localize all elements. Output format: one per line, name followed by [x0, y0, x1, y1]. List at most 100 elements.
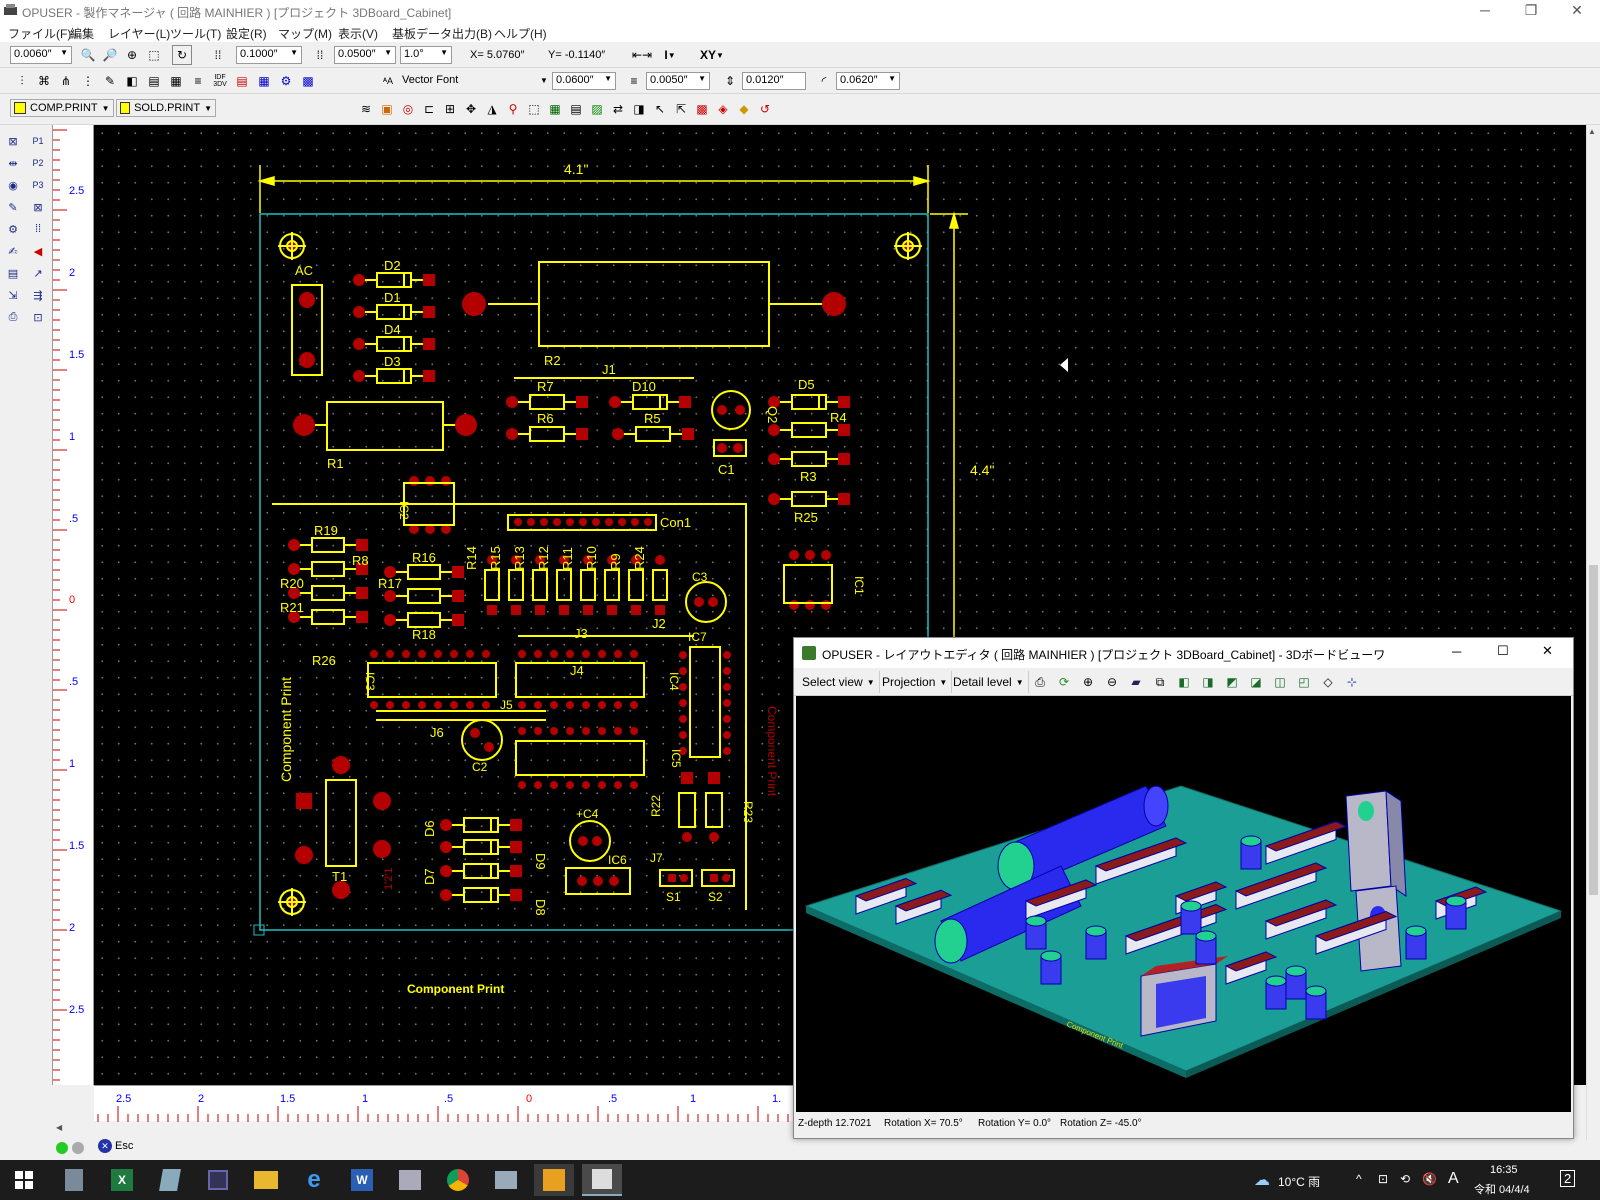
note-tool-icon[interactable]: ✍ [2, 241, 24, 261]
font-dropdown-icon[interactable]: ▼ [540, 76, 548, 85]
fill-icon[interactable]: ◧ [122, 71, 142, 91]
swap-icon[interactable]: ⇄ [608, 99, 628, 119]
viewer-board-icon[interactable]: ▰ [1126, 672, 1146, 692]
redraw-icon[interactable]: ↻ [172, 45, 192, 65]
calculator-icon[interactable] [54, 1164, 94, 1196]
windows-start-icon[interactable] [4, 1164, 44, 1196]
measure-icon[interactable]: ⇤⇥ [632, 45, 652, 65]
wire-tool-icon[interactable]: ⇹ [2, 153, 24, 173]
edge-icon[interactable]: e [294, 1164, 334, 1196]
color-icon[interactable]: ▩ [692, 99, 712, 119]
fanout-icon[interactable]: ⋔ [56, 71, 76, 91]
color-grid-icon[interactable]: ▦ [254, 71, 274, 91]
zoom-tool-icon[interactable]: ⊡ [27, 307, 49, 327]
edit-tool-icon[interactable]: ✎ [2, 197, 24, 217]
viewer-settings-icon[interactable]: ⎙ [1030, 672, 1050, 692]
rotate-part-icon[interactable]: ↺ [755, 99, 775, 119]
image-icon[interactable]: ▦ [166, 71, 186, 91]
notification-button[interactable]: 2 [1560, 1170, 1576, 1187]
menu-board-output[interactable]: 基板データ出力(B) [392, 25, 492, 42]
clock-time[interactable]: 16:35 [1490, 1164, 1518, 1176]
target-icon[interactable]: ◎ [398, 99, 418, 119]
tray-network-icon[interactable]: ⊡ [1378, 1172, 1388, 1186]
folder-icon[interactable] [246, 1164, 286, 1196]
bus-icon[interactable]: ⌘ [34, 71, 54, 91]
probe-icon[interactable]: ⚲ [503, 99, 523, 119]
network-app-icon[interactable] [390, 1164, 430, 1196]
weather-text[interactable]: 10°C 雨 [1278, 1173, 1320, 1190]
matrix-icon[interactable]: ▩ [298, 71, 318, 91]
minimize-button[interactable]: ─ [1462, 0, 1508, 22]
projection-dropdown[interactable]: Projection ▼ [878, 671, 953, 693]
notebook-icon[interactable] [150, 1164, 190, 1196]
array-icon[interactable]: ⋮ [78, 71, 98, 91]
scroll-left-icon[interactable]: ◀ [56, 1123, 62, 1132]
line-width-select[interactable]: 0.0050″ ▼ [646, 72, 710, 90]
p3-tool[interactable]: P3 [27, 175, 49, 195]
view-bottom-icon[interactable]: ◨ [1198, 672, 1218, 692]
view-front-icon[interactable]: ◩ [1222, 672, 1242, 692]
triangle-icon[interactable]: ◮ [482, 99, 502, 119]
menu-help[interactable]: ヘルプ(H) [494, 25, 547, 42]
view-iso-icon[interactable]: ◇ [1318, 672, 1338, 692]
viewer-refresh-icon[interactable]: ⟳ [1054, 672, 1074, 692]
view-top-icon[interactable]: ◧ [1174, 672, 1194, 692]
vertical-scrollbar[interactable]: ▲ [1586, 125, 1600, 1140]
detail-level-dropdown[interactable]: Detail level ▼ [949, 671, 1029, 693]
vm-icon[interactable] [198, 1164, 238, 1196]
grid-tool-icon[interactable]: ⁞⁞ [27, 219, 49, 239]
net-icon[interactable]: ◈ [713, 99, 733, 119]
word-icon[interactable]: W [342, 1164, 382, 1196]
outlook-icon[interactable] [534, 1164, 574, 1196]
grid2-select[interactable]: 0.0500″ ▼ [334, 46, 396, 64]
select-tool-icon[interactable]: ⊠ [2, 131, 24, 151]
spacing-icon[interactable]: ⇕ [720, 71, 740, 91]
menu-file[interactable]: ファイル(F) [8, 25, 71, 42]
zoom-window-icon[interactable]: ⊕ [122, 45, 142, 65]
tray-sync-icon[interactable]: ⟲ [1400, 1172, 1410, 1186]
arc-icon[interactable]: ◜ [814, 71, 834, 91]
tray-volume-icon[interactable]: 🔇 [1422, 1172, 1437, 1186]
zoom-fit-icon[interactable]: ⬚ [144, 45, 164, 65]
view-back-icon[interactable]: ◪ [1246, 672, 1266, 692]
viewer-3d-canvas[interactable]: Component Print [796, 696, 1571, 1112]
snap-select[interactable]: 0.1000″ ▼ [236, 46, 302, 64]
component-tool-icon[interactable]: ⚙ [2, 219, 24, 239]
viewer-maximize-button[interactable]: ☐ [1497, 643, 1509, 659]
document-icon[interactable]: ▤ [566, 99, 586, 119]
chrome-icon[interactable] [438, 1164, 478, 1196]
grid-dots-icon[interactable]: ⁞⁞ [208, 45, 228, 65]
scroll-up-icon[interactable]: ▲ [1588, 127, 1596, 136]
menu-layer[interactable]: レイヤー(L) [108, 25, 170, 42]
pin-tool-icon[interactable]: ◀ [27, 241, 49, 261]
close-button[interactable]: ✕ [1554, 0, 1600, 22]
color-bars-icon[interactable]: ▤ [232, 71, 252, 91]
stack-icon[interactable]: ≋ [356, 99, 376, 119]
view-center-icon[interactable]: ⊹ [1342, 672, 1362, 692]
grid2-icon[interactable]: ⁞⁞ [310, 45, 330, 65]
viewer-minimize-button[interactable]: ─ [1452, 644, 1461, 659]
route-icon[interactable]: ⫶ [12, 71, 32, 91]
select-all-icon[interactable]: ⇱ [671, 99, 691, 119]
add-pad-icon[interactable]: ⊞ [440, 99, 460, 119]
tray-chevron-icon[interactable]: ^ [1356, 1172, 1362, 1186]
font-icon[interactable]: ᴬA [378, 71, 398, 91]
vertical-scroll-thumb[interactable] [1589, 565, 1598, 895]
grid-select[interactable]: 0.0060″ ▼ [10, 46, 72, 64]
resize-tool-icon[interactable]: ⇲ [2, 285, 24, 305]
layer1-select[interactable]: COMP.PRINT ▼ [10, 99, 114, 117]
gear-icon[interactable]: ⚙ [276, 71, 296, 91]
print-tool-icon[interactable]: ⎙ [2, 307, 24, 327]
horizontal-scrollbar[interactable]: ◀ [52, 1121, 794, 1137]
viewer-zoom-in-icon[interactable]: ⊕ [1078, 672, 1098, 692]
font-size-select[interactable]: 0.0600″ ▼ [552, 72, 616, 90]
p1-tool[interactable]: P1 [27, 131, 49, 151]
eye-tool-icon[interactable]: ◉ [2, 175, 24, 195]
line-width-icon[interactable]: ≡ [624, 71, 644, 91]
group-icon[interactable]: ▦ [545, 99, 565, 119]
viewer-copy-icon[interactable]: ⧉ [1150, 672, 1170, 692]
picture-icon[interactable]: ▨ [587, 99, 607, 119]
p2-tool[interactable]: P2 [27, 153, 49, 173]
arc-select[interactable]: 0.0620″ ▼ [836, 72, 900, 90]
arrow-tool-icon[interactable]: ↗ [27, 263, 49, 283]
